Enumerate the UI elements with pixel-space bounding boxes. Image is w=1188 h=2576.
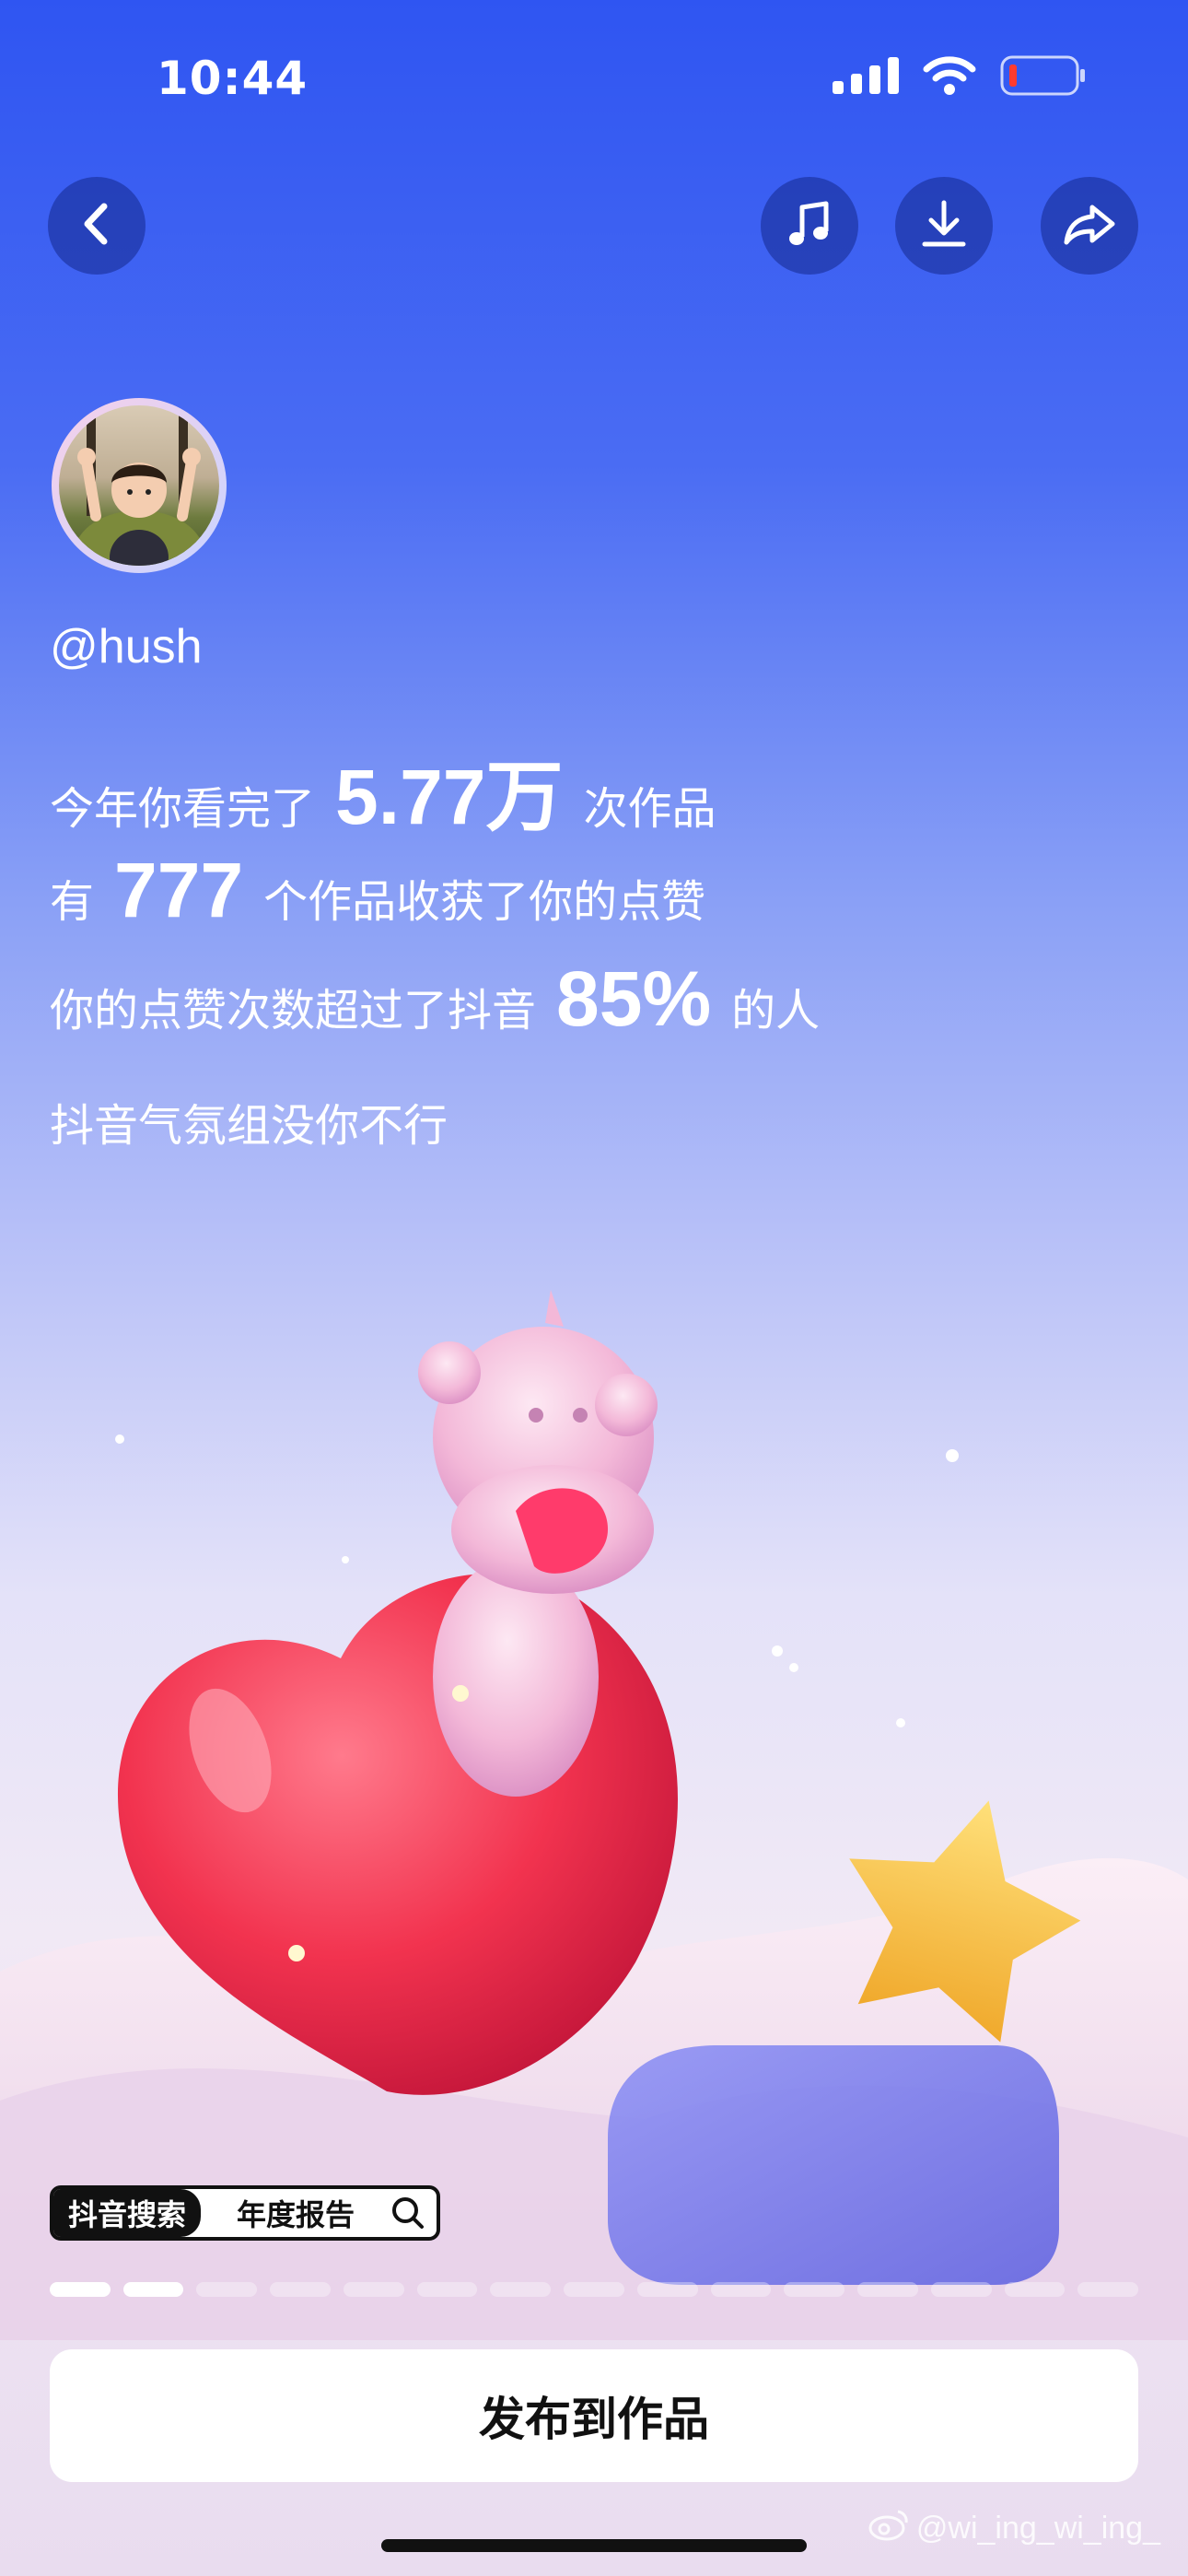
progress-segment (270, 2282, 331, 2297)
progress-segment (930, 2282, 992, 2297)
progress-segment (636, 2282, 698, 2297)
battery-icon (1000, 55, 1087, 100)
stat-value: 777 (114, 847, 244, 933)
progress-segment (710, 2282, 772, 2297)
search-icon (390, 2195, 437, 2231)
progress-segment (564, 2282, 624, 2297)
search-brand: 抖音搜索 (53, 2189, 202, 2237)
download-icon (921, 199, 967, 252)
progress-segment (1004, 2282, 1066, 2297)
story-progress (50, 2282, 1139, 2297)
progress-segment (416, 2282, 478, 2297)
search-tag[interactable]: 抖音搜索 年度报告 (50, 2185, 440, 2241)
share-button[interactable] (1041, 177, 1138, 275)
stat-text: 个作品收获了你的点赞 (263, 876, 706, 928)
status-time: 10:44 (157, 52, 309, 105)
stat-text: 次作品 (583, 783, 716, 835)
username: @hush (50, 620, 203, 673)
home-indicator[interactable] (381, 2539, 807, 2552)
stat-value: 5.77万 (335, 754, 564, 840)
music-button[interactable] (761, 177, 858, 275)
stat-text: 今年你看完了 (50, 783, 316, 835)
progress-segment (857, 2282, 918, 2297)
stat-value: 85% (556, 955, 712, 1042)
download-button[interactable] (895, 177, 993, 275)
signal-icon (833, 57, 899, 98)
stat-line-likes-percentile: 你的点赞次数超过了抖音 85% 的人 (50, 954, 820, 1044)
stat-text: 抖音气氛组没你不行 (50, 1100, 448, 1152)
back-icon (78, 201, 115, 251)
publish-button[interactable]: 发布到作品 (50, 2349, 1138, 2482)
weibo-icon (868, 2508, 909, 2549)
share-icon (1063, 202, 1116, 250)
watermark: @wi_ing_wi_ing_ (868, 2508, 1160, 2549)
progress-segment (1077, 2282, 1139, 2297)
progress-segment (122, 2282, 184, 2297)
progress-segment (784, 2282, 845, 2297)
back-button[interactable] (48, 177, 146, 275)
progress-segment (196, 2282, 258, 2297)
status-icons (833, 55, 1087, 100)
progress-segment (50, 2282, 111, 2297)
watermark-text: @wi_ing_wi_ing_ (915, 2511, 1160, 2546)
stat-text: 的人 (731, 985, 821, 1036)
music-icon (787, 200, 832, 252)
stat-line-likes-received: 有 777 个作品收获了你的点赞 (50, 846, 705, 935)
stat-text: 你的点赞次数超过了抖音 (50, 985, 537, 1036)
progress-segment (343, 2282, 404, 2297)
avatar[interactable] (52, 398, 227, 573)
progress-segment (490, 2282, 552, 2297)
wifi-icon (923, 56, 976, 99)
search-query: 年度报告 (237, 2197, 355, 2232)
avatar-photo (59, 405, 219, 566)
stat-text: 有 (50, 876, 95, 928)
stat-line-tagline: 抖音气氛组没你不行 (50, 1089, 448, 1153)
stat-line-views: 今年你看完了 5.77万 次作品 (50, 735, 716, 847)
hero-illustration (0, 1198, 1188, 2340)
